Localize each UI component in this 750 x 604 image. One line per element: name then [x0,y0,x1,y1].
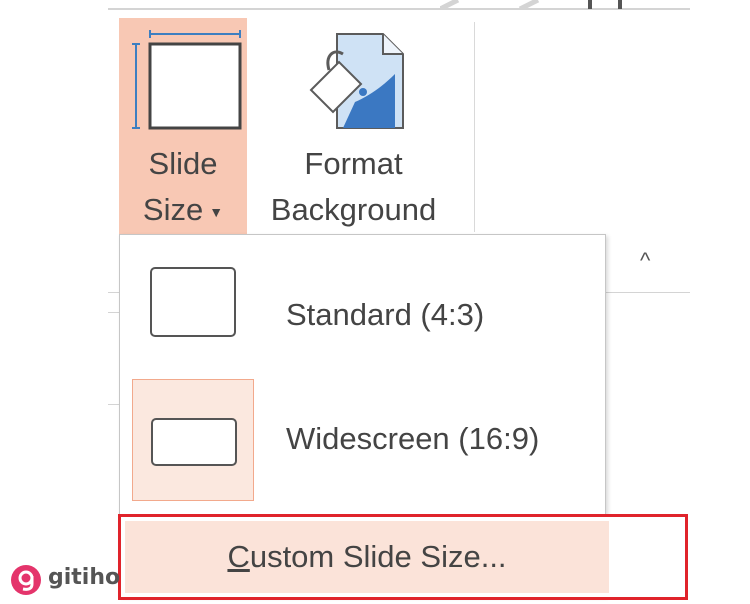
gitiho-logo-icon [11,565,41,595]
gitiho-watermark: gitiho [6,560,126,600]
dropdown-arrow-icon: ▼ [209,203,224,220]
slide-size-button[interactable]: Slide Size ▼ [119,18,247,234]
custom-slide-size-callout: Custom Slide Size... [118,514,688,600]
collapse-ribbon-icon[interactable]: ^ [640,250,650,272]
format-background-label-line1: Format [304,146,403,181]
ribbon-top-decor [440,0,622,9]
format-background-icon [309,33,404,129]
slide-size-label-line1: Slide [148,146,218,181]
standard-slide-shape [150,267,236,337]
menu-item-standard-label: Standard (4:3) [286,297,485,332]
widescreen-slide-thumbnail-icon [132,379,254,501]
format-background-button[interactable]: Format Background [251,18,456,234]
format-background-label-line2: Background [270,192,437,227]
menu-item-custom-slide-size[interactable]: Custom Slide Size... [125,521,609,593]
ribbon-bottom-border [606,292,690,293]
custom-slide-size-label: ustom Slide Size... [249,539,507,574]
slide-size-icon [132,30,242,130]
widescreen-slide-shape [151,418,237,466]
menu-item-standard[interactable]: Standard (4:3) [132,247,602,375]
slide-size-label-text: Size [142,192,204,227]
menu-item-widescreen-label: Widescreen (16:9) [286,421,540,456]
standard-slide-thumbnail-icon [132,247,254,369]
ribbon-group-separator [474,22,475,232]
slide-size-label-line2: Size ▼ [119,192,247,228]
custom-slide-size-accel: C [227,539,250,574]
menu-item-widescreen[interactable]: Widescreen (16:9) [132,379,602,501]
gitiho-watermark-text: gitiho [48,565,121,590]
